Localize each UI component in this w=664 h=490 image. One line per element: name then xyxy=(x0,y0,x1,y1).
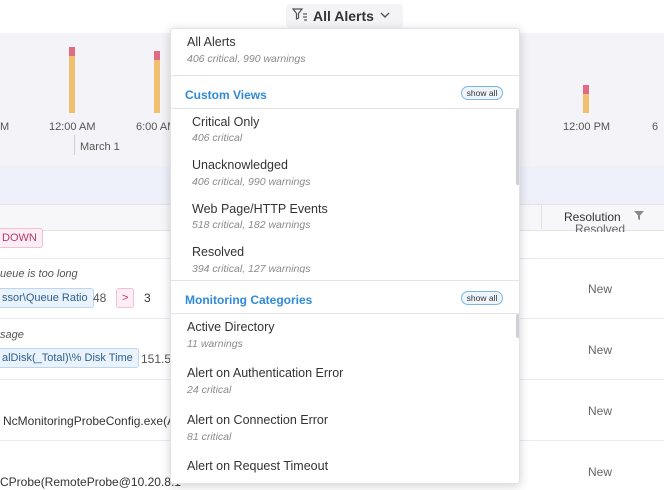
custom-views-list: Critical Only 406 critical Unacknowledge… xyxy=(171,109,519,273)
item-title: Resolved xyxy=(192,245,245,259)
alert-source: CProbe(RemoteProbe@10.20.8.1 xyxy=(0,475,181,489)
item-subtitle: 406 critical xyxy=(192,132,243,144)
custom-views-scrollbar[interactable] xyxy=(516,109,519,185)
item-title: Critical Only xyxy=(192,115,260,129)
custom-views-heading: Custom Views xyxy=(185,88,267,102)
monitoring-categories-show-all-button[interactable]: show all xyxy=(461,291,503,305)
date-divider xyxy=(74,135,75,155)
time-tick-label: 12:00 AM xyxy=(49,121,96,133)
resolution-status: New xyxy=(587,282,612,296)
metric-tag: ssor\Queue Ratio xyxy=(0,288,94,308)
item-title: All Alerts xyxy=(187,35,236,49)
timeline-bar[interactable] xyxy=(583,85,589,113)
item-title: Active Directory xyxy=(187,320,275,334)
resolution-status: New xyxy=(587,404,612,418)
item-subtitle: 24 critical xyxy=(187,384,232,396)
item-subtitle: 81 critical xyxy=(187,431,232,443)
item-subtitle: 11 warnings xyxy=(187,338,243,350)
resolution-status: Resolved xyxy=(574,222,626,232)
alert-filter-label: All Alerts xyxy=(313,8,374,24)
alert-description: ueue is too long xyxy=(0,268,78,280)
timeline-bar[interactable] xyxy=(69,47,75,113)
alert-description: sage xyxy=(0,329,24,341)
funnel-icon[interactable] xyxy=(633,210,645,224)
alert-view-dropdown: All Alerts 406 critical, 990 warnings Cu… xyxy=(170,28,520,484)
funnel-sort-icon xyxy=(291,7,308,26)
threshold-value: 3 xyxy=(144,291,151,305)
item-subtitle: 518 critical, 182 warnings xyxy=(192,219,311,231)
alert-source: NcMonitoringProbeConfig.exe(A xyxy=(3,414,176,428)
time-tick-label: M xyxy=(0,121,10,133)
item-title: Alert on Authentication Error xyxy=(187,366,344,380)
monitoring-categories-list: Active Directory 11 warnings Alert on Au… xyxy=(171,314,519,483)
item-title: Alert on Request Timeout xyxy=(187,459,329,473)
item-subtitle: 406 critical, 990 warnings xyxy=(187,53,306,65)
time-tick-label: 6 xyxy=(652,121,659,133)
resolution-status: New xyxy=(587,343,612,357)
timeline-bar[interactable] xyxy=(154,51,160,113)
item-title: Unacknowledged xyxy=(192,158,288,172)
alert-filter-button[interactable]: All Alerts xyxy=(286,4,403,28)
chevron-down-icon xyxy=(379,7,391,25)
operator-tag: > xyxy=(116,288,135,308)
monitoring-categories-scrollbar[interactable] xyxy=(516,314,519,338)
item-title: Alert on Connection Error xyxy=(187,413,329,427)
custom-views-show-all-button[interactable]: show all xyxy=(461,86,503,100)
time-tick-label: 12:00 PM xyxy=(563,121,611,133)
item-subtitle: 406 critical, 990 warnings xyxy=(192,176,311,188)
status-tag: DOWN xyxy=(0,228,43,248)
metric-value: 48 xyxy=(93,291,107,305)
item-title: Web Page/HTTP Events xyxy=(192,202,328,216)
resolution-status: New xyxy=(587,465,612,479)
metric-value: 151.5 xyxy=(141,352,172,366)
monitoring-categories-heading: Monitoring Categories xyxy=(185,293,313,307)
metric-tag: alDisk(_Total)\% Disk Time xyxy=(0,348,139,368)
date-label: March 1 xyxy=(80,141,120,153)
item-subtitle: 394 critical, 127 warnings xyxy=(192,263,311,273)
